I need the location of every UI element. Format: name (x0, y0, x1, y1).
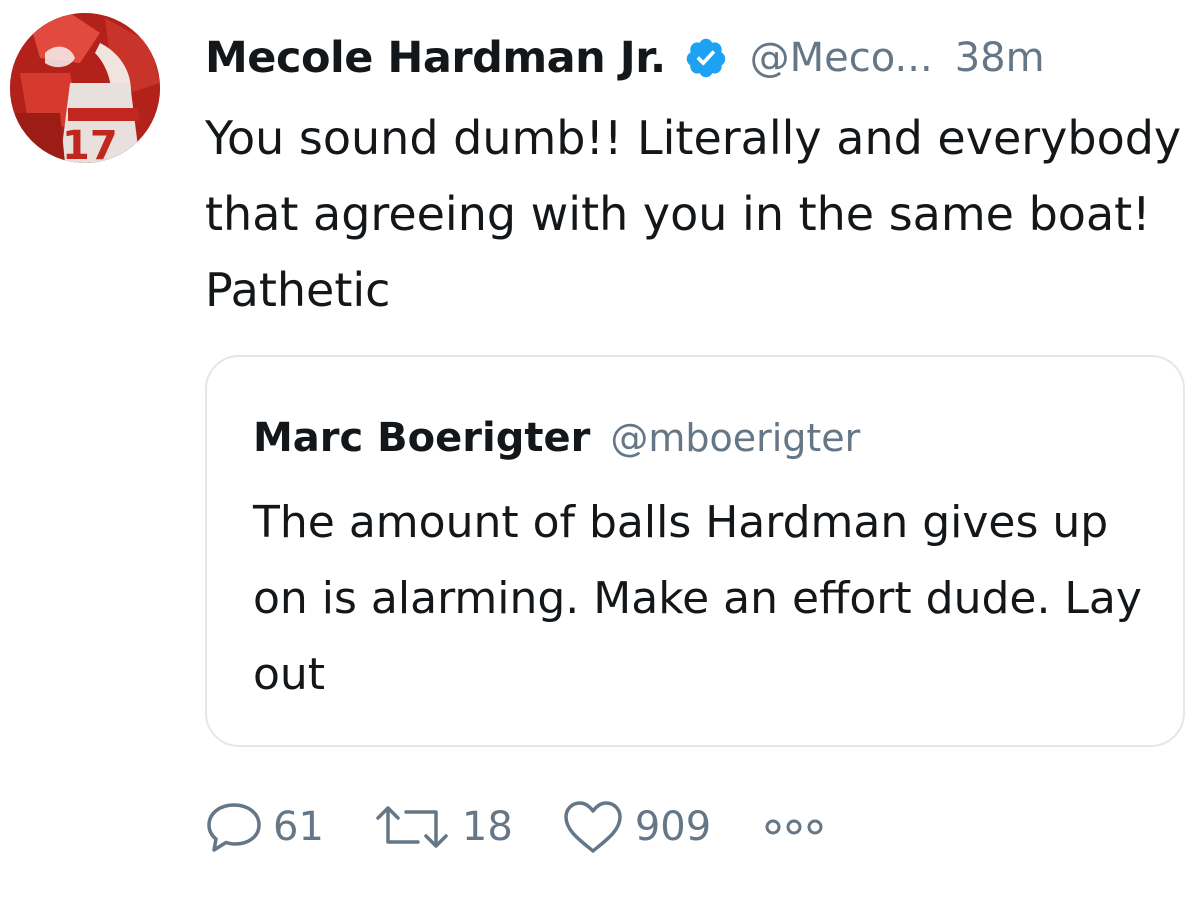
retweet-button[interactable]: 18 (372, 802, 513, 852)
like-button[interactable]: 909 (561, 799, 711, 855)
tweet-card[interactable]: 17 Mecole Hardman Jr. @Meco... 38m You s… (0, 0, 1200, 913)
quoted-author-handle: @mboerigter (610, 416, 861, 460)
quoted-author-name: Marc Boerigter (253, 415, 591, 461)
author-handle[interactable]: @Meco... (750, 35, 933, 81)
like-count: 909 (634, 804, 712, 850)
verified-badge-icon (684, 36, 728, 80)
quoted-tweet-header: Marc Boerigter @mboerigter (253, 415, 860, 461)
reply-icon (207, 803, 261, 852)
tweet-header: Mecole Hardman Jr. @Meco... 38m (205, 28, 1045, 88)
more-dots-icon (765, 819, 823, 835)
author-name[interactable]: Mecole Hardman Jr. (205, 33, 666, 83)
tweet-text: You sound dumb!! Literally and everybody… (205, 111, 1182, 317)
retweet-icon (376, 806, 448, 848)
reply-count: 61 (273, 804, 324, 850)
quoted-tweet-text: The amount of balls Hardman gives up on … (253, 497, 1142, 700)
avatar[interactable]: 17 (10, 13, 160, 163)
avatar-jersey-number: 17 (62, 123, 118, 163)
tweet-actions: 61 18 909 (205, 795, 829, 859)
tweet-timestamp[interactable]: 38m (955, 35, 1045, 81)
retweet-count: 18 (461, 804, 513, 850)
quoted-tweet[interactable]: Marc Boerigter @mboerigter The amount of… (205, 355, 1185, 747)
heart-icon (564, 801, 622, 853)
more-options-button[interactable] (759, 815, 829, 839)
avatar-image: 17 (10, 13, 160, 163)
reply-button[interactable]: 61 (205, 801, 324, 853)
